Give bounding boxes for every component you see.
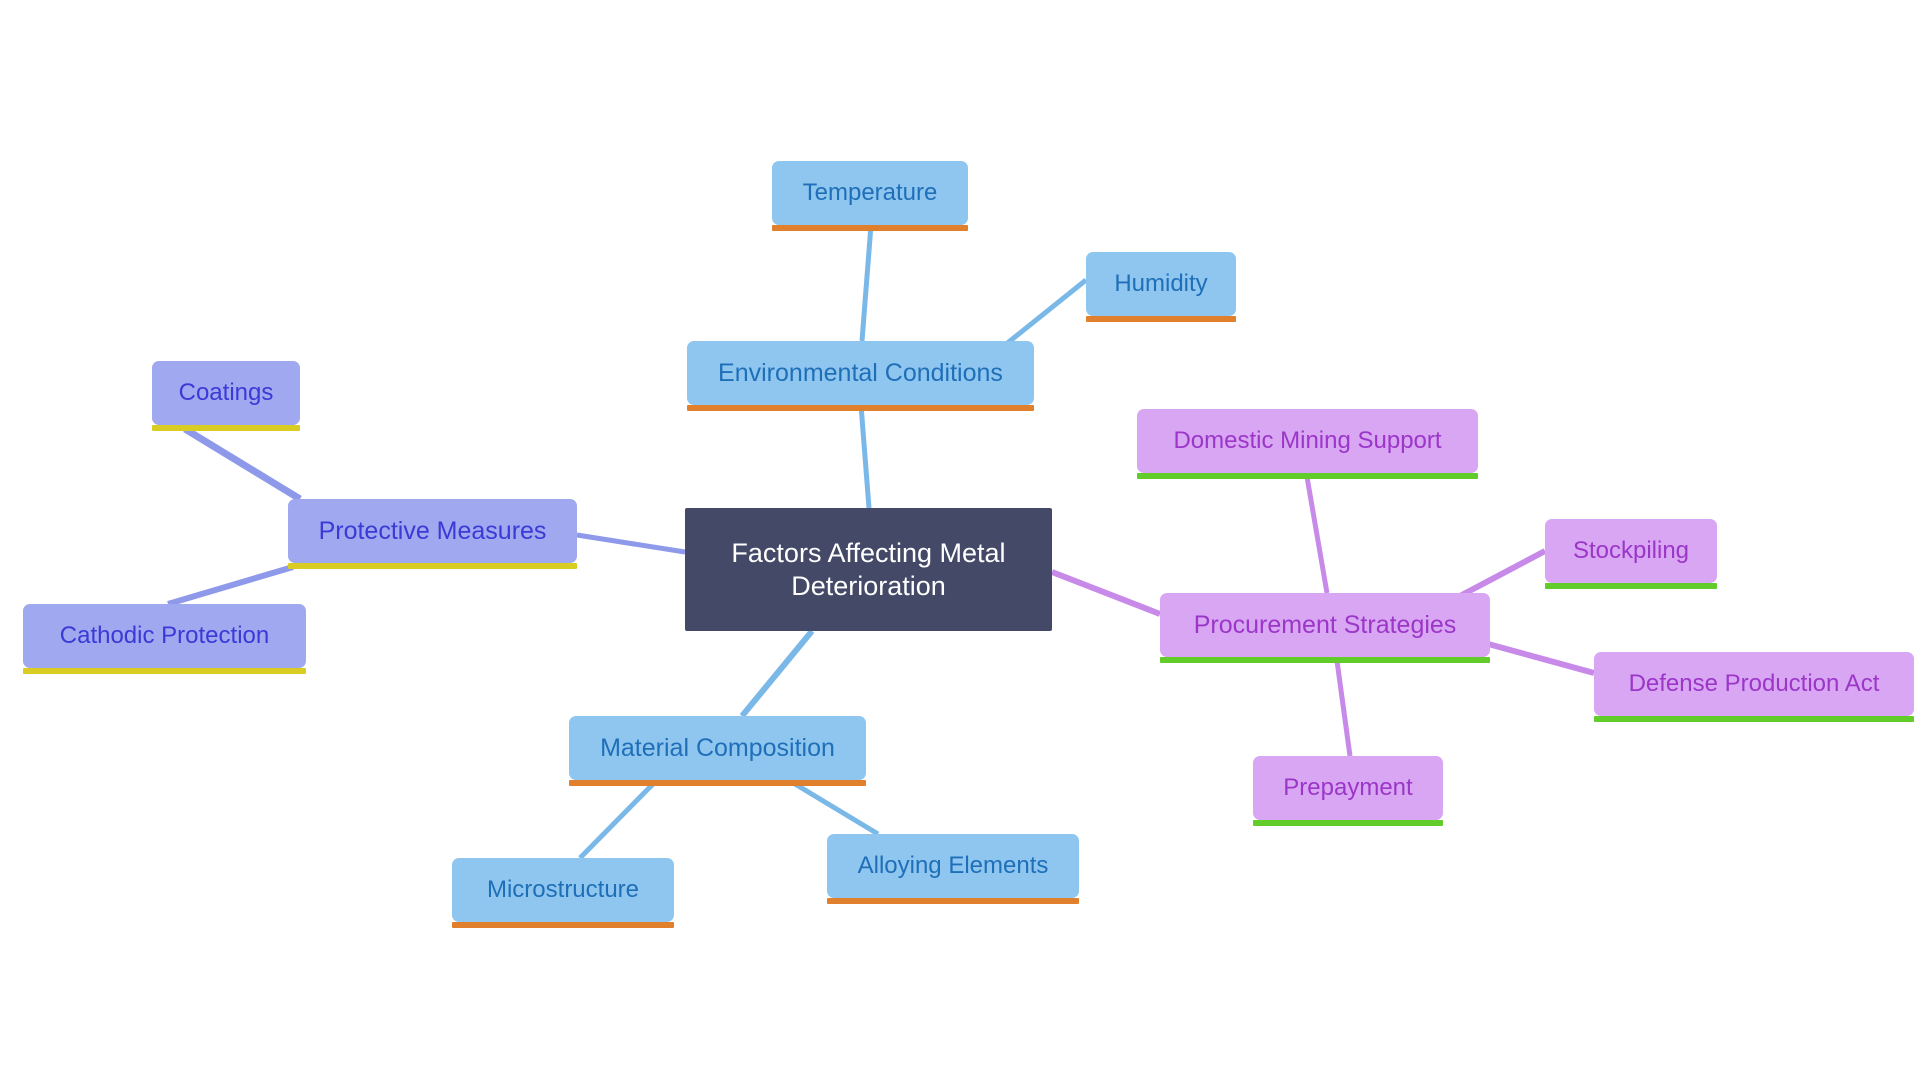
edge-procurement_strategies-to-stockpiling: [1458, 548, 1547, 599]
node-microstructure[interactable]: Microstructure: [452, 858, 674, 928]
node-box-prepayment[interactable]: Prepayment: [1253, 756, 1443, 826]
node-box-procurement-strategies[interactable]: Procurement Strategies: [1160, 593, 1490, 663]
edge-environmental_conditions-to-temperature: [859, 224, 874, 342]
node-label-cathodic-protection: Cathodic Protection: [59, 622, 270, 650]
node-label-humidity: Humidity: [1114, 270, 1208, 298]
node-label-microstructure: Microstructure: [486, 876, 640, 904]
node-underline-stockpiling: [1545, 583, 1717, 589]
node-box-defense-production-act[interactable]: Defense Production Act: [1594, 652, 1914, 722]
node-underline-cathodic-protection: [23, 668, 306, 674]
node-stockpiling[interactable]: Stockpiling: [1545, 519, 1717, 589]
node-box-material-composition[interactable]: Material Composition: [569, 716, 866, 786]
node-material-composition[interactable]: Material Composition: [569, 716, 866, 786]
node-label-prepayment: Prepayment: [1283, 774, 1413, 802]
edge-protective_measures-to-cathodic_protection: [167, 564, 294, 607]
node-environmental-conditions[interactable]: Environmental Conditions: [687, 341, 1034, 411]
edge-root-to-environmental_conditions: [858, 404, 872, 509]
edge-root-to-procurement_strategies: [1050, 569, 1162, 617]
node-humidity[interactable]: Humidity: [1086, 252, 1236, 322]
node-underline-protective-measures: [288, 563, 577, 569]
node-label-procurement-strategies: Procurement Strategies: [1193, 610, 1457, 639]
node-box-alloying-elements[interactable]: Alloying Elements: [827, 834, 1079, 904]
node-label-coatings: Coatings: [178, 379, 274, 407]
node-underline-microstructure: [452, 922, 674, 928]
node-root[interactable]: Factors Affecting Metal Deterioration: [685, 508, 1052, 631]
node-label-environmental-conditions: Environmental Conditions: [718, 358, 1003, 387]
node-underline-prepayment: [1253, 820, 1443, 826]
node-protective-measures[interactable]: Protective Measures: [288, 499, 577, 569]
node-label-defense-production-act: Defense Production Act: [1628, 670, 1880, 698]
node-box-protective-measures[interactable]: Protective Measures: [288, 499, 577, 569]
edge-root-to-material_composition: [739, 629, 815, 718]
node-alloying-elements[interactable]: Alloying Elements: [827, 834, 1079, 904]
node-box-stockpiling[interactable]: Stockpiling: [1545, 519, 1717, 589]
node-underline-procurement-strategies: [1160, 657, 1490, 663]
node-box-microstructure[interactable]: Microstructure: [452, 858, 674, 928]
node-box-domestic-mining-support[interactable]: Domestic Mining Support: [1137, 409, 1478, 479]
node-cathodic-protection[interactable]: Cathodic Protection: [23, 604, 306, 674]
edge-procurement_strategies-to-prepayment: [1334, 660, 1353, 757]
node-domestic-mining-support[interactable]: Domestic Mining Support: [1137, 409, 1478, 479]
edge-material_composition-to-alloying_elements: [793, 781, 880, 837]
node-underline-defense-production-act: [1594, 716, 1914, 722]
node-box-environmental-conditions[interactable]: Environmental Conditions: [687, 341, 1034, 411]
node-box-temperature[interactable]: Temperature: [772, 161, 968, 231]
node-box-cathodic-protection[interactable]: Cathodic Protection: [23, 604, 306, 674]
edge-material_composition-to-microstructure: [578, 782, 655, 860]
node-label-protective-measures: Protective Measures: [318, 516, 547, 545]
edge-environmental_conditions-to-humidity: [1003, 278, 1088, 347]
edge-procurement_strategies-to-domestic_mining_support: [1304, 476, 1330, 594]
node-label-temperature: Temperature: [802, 179, 938, 207]
node-temperature[interactable]: Temperature: [772, 161, 968, 231]
node-underline-environmental-conditions: [687, 405, 1034, 411]
node-label-root: Factors Affecting Metal Deterioration: [731, 537, 1006, 601]
node-underline-domestic-mining-support: [1137, 473, 1478, 479]
node-underline-coatings: [152, 425, 300, 431]
node-box-humidity[interactable]: Humidity: [1086, 252, 1236, 322]
mindmap-canvas: Factors Affecting Metal Deterioration Env…: [0, 0, 1920, 1080]
node-underline-alloying-elements: [827, 898, 1079, 904]
node-underline-material-composition: [569, 780, 866, 786]
node-box-root[interactable]: Factors Affecting Metal Deterioration: [685, 508, 1052, 631]
node-label-stockpiling: Stockpiling: [1572, 537, 1690, 565]
node-label-material-composition: Material Composition: [600, 733, 835, 762]
edge-protective_measures-to-coatings: [183, 426, 302, 502]
node-coatings[interactable]: Coatings: [152, 361, 300, 431]
node-prepayment[interactable]: Prepayment: [1253, 756, 1443, 826]
edge-root-to-protective_measures: [576, 532, 686, 555]
node-box-coatings[interactable]: Coatings: [152, 361, 300, 431]
node-label-alloying-elements: Alloying Elements: [857, 852, 1049, 880]
node-defense-production-act[interactable]: Defense Production Act: [1594, 652, 1914, 722]
node-underline-humidity: [1086, 316, 1236, 322]
node-procurement-strategies[interactable]: Procurement Strategies: [1160, 593, 1490, 663]
node-label-domestic-mining-support: Domestic Mining Support: [1173, 427, 1442, 455]
node-underline-temperature: [772, 225, 968, 231]
